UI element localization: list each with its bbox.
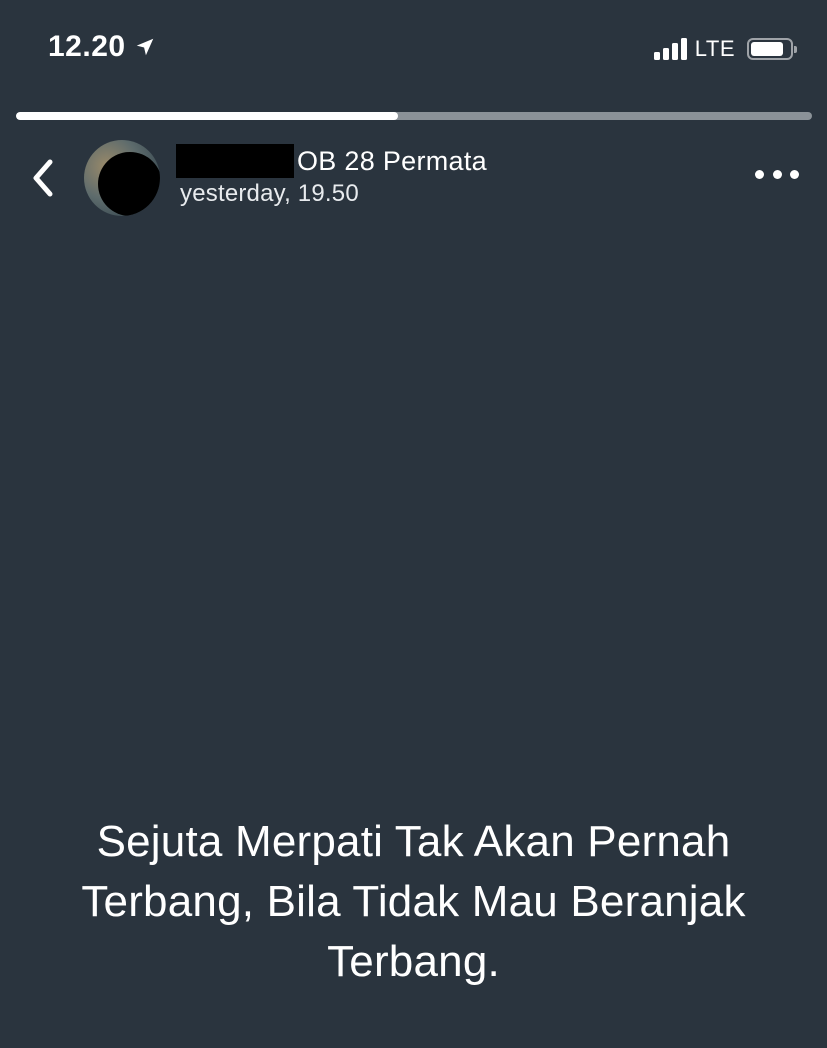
signal-icon [653, 38, 687, 60]
story-progress-fill [16, 112, 399, 120]
battery-icon [747, 38, 797, 60]
clock-time: 12.20 [48, 30, 126, 63]
battery-level-fill [751, 42, 783, 56]
contact-name-row[interactable]: OB 28 Permata [176, 144, 487, 178]
battery-tip [794, 46, 797, 53]
contact-name: OB 28 Permata [297, 145, 487, 176]
status-indicators: LTE [653, 36, 797, 62]
status-time-group: 12.20 [48, 30, 156, 64]
story-timestamp: yesterday, 19.50 [180, 180, 359, 207]
location-arrow-icon [136, 38, 153, 56]
story-text: Sejuta Merpati Tak Akan Pernah Terbang, … [81, 817, 746, 986]
more-horizontal-icon-dot [772, 169, 782, 179]
more-options-button[interactable] [755, 160, 799, 188]
status-view-screen: 12.20 LTE OB 28 Permata yesterday, 19.50… [0, 0, 827, 1048]
story-progress-track [16, 112, 812, 120]
back-button[interactable] [22, 150, 62, 206]
status-bar: 12.20 LTE [0, 0, 827, 100]
more-horizontal-icon-dot [755, 169, 764, 179]
network-type-label: LTE [694, 36, 735, 61]
chevron-left-icon [33, 159, 53, 197]
more-horizontal-icon-dot [790, 169, 799, 179]
name-redaction-block [176, 144, 294, 178]
avatar-redaction [98, 152, 160, 216]
contact-avatar[interactable] [84, 140, 160, 216]
